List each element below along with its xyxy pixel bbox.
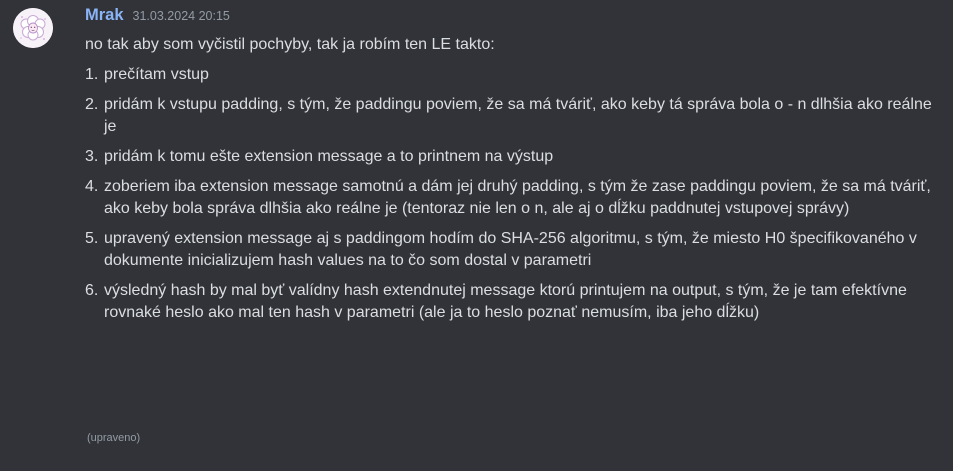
sheep-avatar-icon: [13, 8, 53, 48]
message-header: Mrak 31.03.2024 20:15: [85, 6, 230, 30]
list-item-text: výsledný hash by mal byť valídny hash ex…: [104, 282, 907, 321]
list-item: 3. pridám k tomu ešte extension message …: [85, 146, 935, 168]
message-intro: no tak aby som vyčistil pochyby, tak ja …: [85, 36, 495, 53]
list-item: 5. upravený extension message aj s paddi…: [85, 228, 935, 272]
list-number: 6.: [85, 282, 99, 299]
timestamp[interactable]: 31.03.2024 20:15: [133, 9, 230, 23]
list-number: 2.: [85, 96, 99, 113]
list-number: 1.: [85, 66, 99, 83]
chat-message: Mrak 31.03.2024 20:15 no tak aby som vyč…: [0, 0, 953, 471]
list-item-text: prečítam vstup: [104, 66, 209, 83]
list-item: 1. prečítam vstup: [85, 64, 935, 86]
list-number: 5.: [85, 230, 99, 247]
list-item-text: pridám k tomu ešte extension message a t…: [104, 148, 554, 165]
list-item-text: zoberiem iba extension message samotnú a…: [104, 178, 931, 217]
list-item-text: pridám k vstupu padding, s tým, že paddi…: [104, 96, 932, 135]
message-content: no tak aby som vyčistil pochyby, tak ja …: [85, 34, 935, 332]
list-number: 3.: [85, 148, 99, 165]
steps-list: 1. prečítam vstup 2. pridám k vstupu pad…: [85, 64, 935, 324]
list-item-text: upravený extension message aj s paddingo…: [104, 230, 917, 269]
edited-label: (upraveno): [87, 432, 141, 444]
list-number: 4.: [85, 178, 99, 195]
avatar[interactable]: [13, 8, 53, 48]
list-item: 6. výsledný hash by mal byť valídny hash…: [85, 280, 935, 324]
username[interactable]: Mrak: [85, 6, 124, 25]
list-item: 2. pridám k vstupu padding, s tým, že pa…: [85, 94, 935, 138]
list-item: 4. zoberiem iba extension message samotn…: [85, 176, 935, 220]
